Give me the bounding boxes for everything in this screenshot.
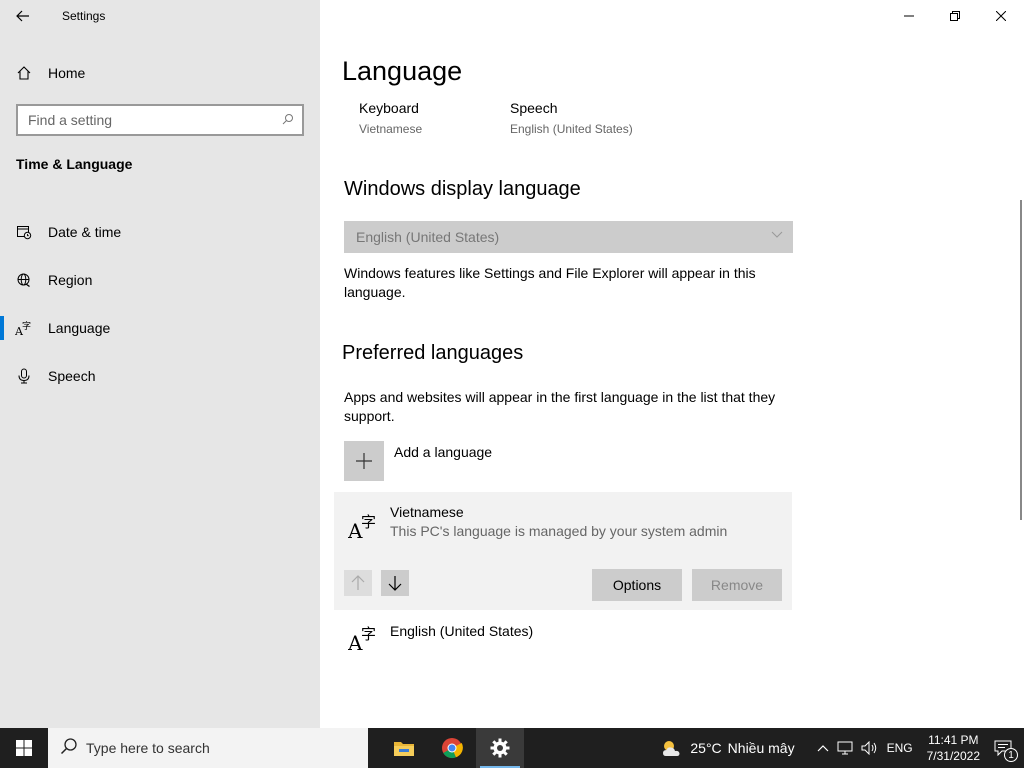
display-language-heading: Windows display language <box>344 178 581 200</box>
microphone-icon <box>0 368 48 384</box>
sidebar-item-language[interactable]: A字 Language <box>0 304 320 352</box>
volume-button[interactable] <box>857 741 883 755</box>
speech-quick-link[interactable]: Speech English (United States) <box>510 100 633 136</box>
network-icon <box>837 741 853 755</box>
svg-text:字: 字 <box>22 320 31 332</box>
sidebar-item-label: Language <box>48 320 111 336</box>
home-icon <box>0 65 48 81</box>
language-item-english[interactable]: A字 English (United States) <box>334 612 792 664</box>
search-icon <box>60 737 78 760</box>
notification-count-badge: 1 <box>1004 748 1018 762</box>
arrow-down-icon <box>388 576 402 591</box>
find-setting-search-box[interactable] <box>16 104 304 136</box>
minimize-icon <box>904 15 914 17</box>
taskbar: Type here to search 25°C Nhiều mây ENG 1… <box>0 728 1024 768</box>
options-button[interactable]: Options <box>592 569 682 601</box>
main-content: Language Keyboard Vietnamese Speech Engl… <box>320 0 1024 728</box>
quick-link-subtitle: Vietnamese <box>359 122 423 136</box>
svg-text:字: 字 <box>361 513 376 531</box>
move-up-button[interactable] <box>344 570 372 596</box>
home-label: Home <box>48 65 86 81</box>
globe-icon <box>0 272 48 288</box>
svg-text:字: 字 <box>361 625 376 643</box>
add-language-button[interactable]: Add a language <box>344 441 492 481</box>
partly-cloudy-icon <box>663 741 680 756</box>
language-name: English (United States) <box>390 623 534 639</box>
home-nav-item[interactable]: Home <box>0 58 320 88</box>
search-icon[interactable] <box>274 113 302 128</box>
quick-link-subtitle: English (United States) <box>510 122 633 136</box>
move-down-button[interactable] <box>381 570 409 596</box>
page-title: Language <box>342 56 463 86</box>
language-icon: A字 <box>347 512 380 545</box>
display-language-description: Windows features like Settings and File … <box>344 265 756 300</box>
back-arrow-icon <box>16 10 29 22</box>
notifications-button[interactable]: 1 <box>990 740 1024 762</box>
language-name: Vietnamese <box>390 504 464 520</box>
weather-widget[interactable]: 25°C Nhiều mây <box>656 738 798 758</box>
input-language-button[interactable]: ENG <box>883 741 917 755</box>
remove-button[interactable]: Remove <box>692 569 782 601</box>
sidebar-item-region[interactable]: Region <box>0 256 320 304</box>
network-button[interactable] <box>833 741 857 755</box>
quick-link-title: Keyboard <box>359 100 419 116</box>
chevron-down-icon <box>771 228 783 242</box>
calendar-clock-icon <box>0 224 48 240</box>
language-subtitle: This PC's language is managed by your sy… <box>390 523 728 539</box>
sidebar-item-label: Date & time <box>48 224 122 240</box>
chrome-taskbar-button[interactable] <box>428 728 476 768</box>
chrome-icon <box>442 738 463 759</box>
folder-icon <box>394 742 414 756</box>
system-tray: 25°C Nhiều mây ENG 11:41 PM 7/31/2022 1 <box>656 728 1024 768</box>
show-hidden-icons-button[interactable] <box>813 744 833 752</box>
taskbar-search-box[interactable]: Type here to search <box>48 728 368 768</box>
speaker-icon <box>861 741 876 755</box>
dropdown-selected-value: English (United States) <box>356 229 500 245</box>
windows-logo-icon <box>16 740 32 756</box>
add-language-label: Add a language <box>394 444 493 460</box>
back-button[interactable] <box>0 0 46 32</box>
preferred-languages-heading: Preferred languages <box>342 342 524 364</box>
window-controls <box>886 0 1024 32</box>
sidebar-nav: Date & time Region A字 Language Speech <box>0 208 320 400</box>
file-explorer-taskbar-button[interactable] <box>380 728 428 768</box>
app-title: Settings <box>62 9 106 23</box>
language-item-vietnamese[interactable]: A字 Vietnamese This PC's language is mana… <box>334 492 792 610</box>
close-icon <box>996 11 1006 21</box>
start-button[interactable] <box>0 728 48 768</box>
gear-icon <box>490 738 510 758</box>
language-icon: A字 <box>347 624 380 657</box>
minimize-button[interactable] <box>886 0 932 32</box>
sidebar-item-label: Region <box>48 272 93 288</box>
quick-link-title: Speech <box>510 100 558 116</box>
scrollbar[interactable] <box>1020 200 1022 520</box>
settings-taskbar-button[interactable] <box>476 728 524 768</box>
find-setting-input[interactable] <box>28 112 274 128</box>
weather-desc: Nhiều mây <box>727 740 795 756</box>
section-title: Time & Language <box>16 156 133 172</box>
sidebar-item-date-time[interactable]: Date & time <box>0 208 320 256</box>
plus-icon <box>344 441 384 481</box>
restore-button[interactable] <box>932 0 978 32</box>
title-bar: Settings <box>0 0 320 32</box>
sidebar-item-label: Speech <box>48 368 96 384</box>
language-icon: A字 <box>0 320 48 336</box>
restore-icon <box>950 11 960 21</box>
close-button[interactable] <box>978 0 1024 32</box>
preferred-languages-description: Apps and websites will appear in the fir… <box>344 389 776 424</box>
arrow-up-icon <box>351 575 365 590</box>
weather-temp: 25°C <box>690 740 722 756</box>
taskbar-search-placeholder: Type here to search <box>86 740 210 756</box>
display-language-dropdown[interactable]: English (United States) <box>344 221 793 253</box>
clock[interactable]: 11:41 PM 7/31/2022 <box>917 732 990 764</box>
keyboard-quick-link[interactable]: Keyboard Vietnamese <box>359 100 422 136</box>
clock-date: 7/31/2022 <box>926 749 980 763</box>
sidebar-item-speech[interactable]: Speech <box>0 352 320 400</box>
chevron-up-icon <box>817 745 829 752</box>
clock-time: 11:41 PM <box>928 733 979 747</box>
sidebar: Settings Home Time & Language Date & tim… <box>0 0 320 728</box>
